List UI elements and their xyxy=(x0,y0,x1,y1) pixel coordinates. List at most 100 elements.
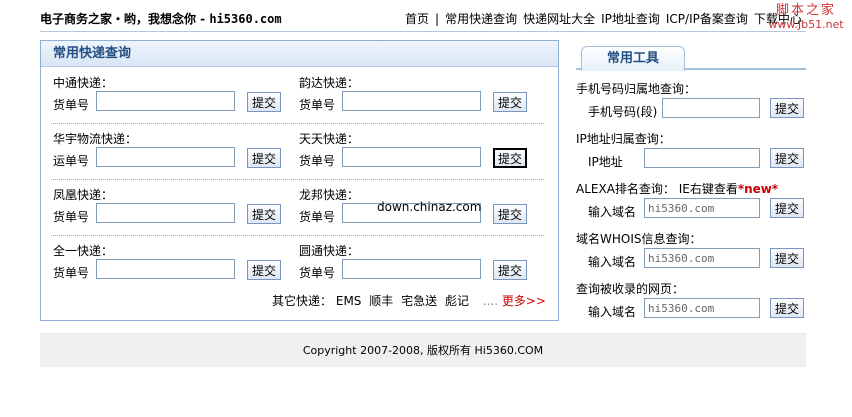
nav-separator: | xyxy=(435,12,440,26)
tool-label: 输入域名 xyxy=(588,255,637,269)
tool-indexed-pages: 查询被收录的网页： 输入域名 提交 xyxy=(576,272,806,322)
submit-button[interactable]: 提交 xyxy=(493,260,527,280)
tool-title-text: 查询被收录的网页： xyxy=(576,282,685,296)
tracking-input[interactable] xyxy=(342,147,481,167)
copyright-text: Copyright 2007-2008, 版权所有 Hi5360.COM xyxy=(302,344,544,357)
express-yunda: 韵达快递： 货单号 提交 xyxy=(299,68,549,124)
domain-input[interactable] xyxy=(644,198,760,218)
domain-input[interactable] xyxy=(644,298,760,318)
nav-icp-query[interactable]: ICP/IP备案查询 xyxy=(666,12,748,26)
tool-title: 手机号码归属地查询： xyxy=(576,80,696,97)
site-title-prefix: 电子商务之家・哟，我想念你 - xyxy=(40,12,210,26)
tool-title-text: 手机号码归属地查询： xyxy=(576,82,697,96)
tracking-input[interactable] xyxy=(96,203,235,223)
tool-whois: 域名WHOIS信息查询： 输入域名 提交 xyxy=(576,222,806,272)
domain-input[interactable] xyxy=(644,248,760,268)
watermark-line2: www.Jb51.net xyxy=(768,18,844,31)
submit-button[interactable]: 提交 xyxy=(493,204,527,224)
top-nav: 首页 | 常用快递查询 快递网址大全 IP地址查询 ICP/IP备案查询 下载中心 xyxy=(405,10,802,27)
express-yuantong: 圆通快递： 货单号 提交 xyxy=(299,236,549,292)
nav-express-query[interactable]: 常用快递查询 xyxy=(445,12,517,26)
express-row: 全一快递： 货单号 提交 圆通快递： 货单号 提交 xyxy=(41,236,558,292)
tool-label: 手机号码(段) xyxy=(588,105,658,119)
watermark: 脚本之家 www.Jb51.net xyxy=(766,4,846,32)
submit-button[interactable]: 提交 xyxy=(247,148,281,168)
submit-button[interactable]: 提交 xyxy=(770,198,804,218)
submit-button[interactable]: 提交 xyxy=(770,248,804,268)
overlay-watermark-text: down.chinaz.com xyxy=(377,200,482,214)
tracking-label: 货单号 xyxy=(299,154,336,168)
site-title: 电子商务之家・哟，我想念你 - hi5360.com xyxy=(40,10,282,27)
watermark-line1: 脚本之家 xyxy=(775,3,836,18)
tracking-input[interactable] xyxy=(342,259,481,279)
nav-home[interactable]: 首页 xyxy=(405,12,429,26)
tracking-label: 运单号 xyxy=(53,154,90,168)
express-title: 全一快递： xyxy=(53,244,114,258)
tracking-input[interactable] xyxy=(96,259,235,279)
other-express-zjs[interactable]: 宅急送 xyxy=(401,294,437,308)
footer: Copyright 2007-2008, 版权所有 Hi5360.COM xyxy=(40,333,806,367)
tool-phone-lookup: 手机号码归属地查询： 手机号码(段) 提交 xyxy=(576,72,806,122)
express-quanyi: 全一快递： 货单号 提交 xyxy=(53,236,303,292)
nav-ip-query[interactable]: IP地址查询 xyxy=(601,12,660,26)
tool-title: ALEXA排名查询： IE右键查看*new* xyxy=(576,180,778,197)
tool-title: 查询被收录的网页： xyxy=(576,280,684,297)
submit-button[interactable]: 提交 xyxy=(770,148,804,168)
express-fenghuang: 凤凰快递： 货单号 提交 xyxy=(53,180,303,236)
express-title: 中通快递： xyxy=(53,76,114,90)
tool-label: 输入域名 xyxy=(588,305,637,319)
tracking-input[interactable] xyxy=(342,91,481,111)
tool-title: 域名WHOIS信息查询： xyxy=(576,230,702,247)
tracking-input[interactable] xyxy=(96,91,235,111)
tool-label: IP地址 xyxy=(588,155,623,169)
phone-input[interactable] xyxy=(662,98,760,118)
site-title-domain: hi5360.com xyxy=(209,12,282,26)
express-title: 凤凰快递： xyxy=(53,188,114,202)
ip-input[interactable] xyxy=(644,148,760,168)
tracking-label: 货单号 xyxy=(299,266,336,280)
submit-button[interactable]: 提交 xyxy=(493,148,527,168)
tools-tabs: 常用工具 xyxy=(576,40,806,71)
other-express-label: 其它快递： xyxy=(272,294,333,308)
tool-title: IP地址归属查询： xyxy=(576,130,671,147)
tool-title-text: IP地址归属查询： xyxy=(576,132,671,146)
header-divider xyxy=(40,31,806,32)
tools-panel: 常用工具 手机号码归属地查询： 手机号码(段) 提交 IP地址归属查询： IP地… xyxy=(576,40,806,321)
other-express-links: 其它快递： EMS 顺丰 宅急送 彪记 .... 更多>> xyxy=(272,292,546,309)
submit-button[interactable]: 提交 xyxy=(247,92,281,112)
tracking-label: 货单号 xyxy=(299,210,336,224)
new-badge: *new* xyxy=(737,182,779,196)
express-zto: 中通快递： 货单号 提交 xyxy=(53,68,303,124)
tool-ip-lookup: IP地址归属查询： IP地址 提交 xyxy=(576,122,806,172)
submit-button[interactable]: 提交 xyxy=(247,260,281,280)
submit-button[interactable]: 提交 xyxy=(770,298,804,318)
tool-alexa: ALEXA排名查询： IE右键查看*new* 输入域名 提交 xyxy=(576,172,806,222)
express-title: 华宇物流快递： xyxy=(53,132,138,146)
express-tiantian: 天天快递： 货单号 提交 xyxy=(299,124,549,180)
tab-common-tools[interactable]: 常用工具 xyxy=(581,46,685,71)
express-row: 华宇物流快递： 运单号 提交 天天快递： 货单号 提交 xyxy=(41,124,558,180)
panel-title: 常用快递查询 xyxy=(41,41,558,67)
express-title: 龙邦快递： xyxy=(299,188,360,202)
tool-label: 输入域名 xyxy=(588,205,637,219)
more-link[interactable]: 更多>> xyxy=(502,294,546,308)
tracking-label: 货单号 xyxy=(299,98,336,112)
express-title: 天天快递： xyxy=(299,132,360,146)
other-express-ems[interactable]: EMS xyxy=(336,294,362,308)
submit-button[interactable]: 提交 xyxy=(770,98,804,118)
tool-title-text: 域名WHOIS信息查询： xyxy=(576,232,702,246)
tracking-label: 货单号 xyxy=(53,266,90,280)
nav-express-sites[interactable]: 快递网址大全 xyxy=(523,12,595,26)
submit-button[interactable]: 提交 xyxy=(247,204,281,224)
tool-title-text: ALEXA排名查询： IE右键查看 xyxy=(576,182,738,196)
tracking-label: 货单号 xyxy=(53,98,90,112)
express-title: 韵达快递： xyxy=(299,76,360,90)
submit-button[interactable]: 提交 xyxy=(493,92,527,112)
tracking-input[interactable] xyxy=(96,147,235,167)
other-express-dots: .... xyxy=(482,294,499,308)
express-row: 中通快递： 货单号 提交 韵达快递： 货单号 提交 xyxy=(41,68,558,124)
other-express-sf[interactable]: 顺丰 xyxy=(369,294,393,308)
other-express-biaoji[interactable]: 彪记 xyxy=(445,294,469,308)
tracking-label: 货单号 xyxy=(53,210,90,224)
express-query-panel: 常用快递查询 中通快递： 货单号 提交 韵达快递： 货单号 提交 华宇物流快递：… xyxy=(40,40,559,321)
